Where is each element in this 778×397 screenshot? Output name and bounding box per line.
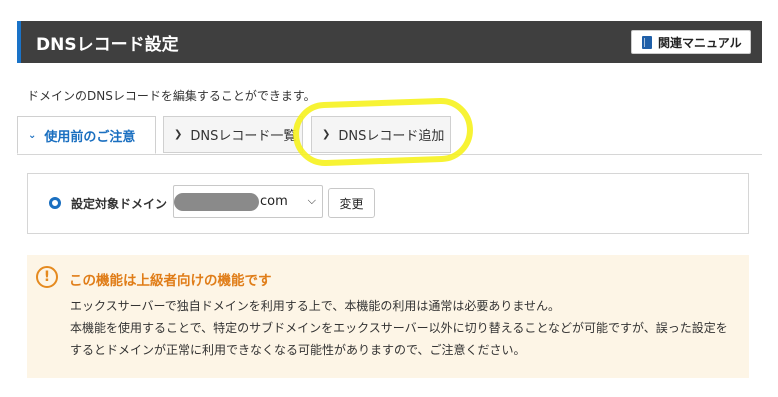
notice-title: この機能は上級者向けの機能です <box>69 273 272 289</box>
tab-precautions[interactable]: ⌄ 使用前のご注意 <box>17 116 156 154</box>
tab-label: 使用前のご注意 <box>44 129 136 145</box>
notice-line: 本機能を使用することで、特定のサブドメインをエックスサーバー以外に切り替えること… <box>70 321 728 357</box>
change-button[interactable]: 変更 <box>328 188 375 218</box>
domain-select[interactable]: com ⌵ <box>173 185 323 218</box>
chevron-down-icon: ⌄ <box>28 129 37 141</box>
page-header: DNSレコード設定 関連マニュアル <box>17 21 762 63</box>
redacted-domain-mask <box>174 193 259 211</box>
notice-line: エックスサーバーで独自ドメインを利用する上で、本機能の利用は通常は必要ありません… <box>70 299 560 313</box>
chevron-right-icon: ❯ <box>174 129 183 140</box>
target-domain-panel: 設定対象ドメイン com ⌵ 変更 <box>27 173 749 234</box>
book-icon <box>642 35 652 49</box>
related-manual-label: 関連マニュアル <box>658 35 742 50</box>
radio-bullet-icon <box>49 197 61 209</box>
page-title: DNSレコード設定 <box>36 35 179 55</box>
warning-notice: ! この機能は上級者向けの機能です エックスサーバーで独自ドメインを利用する上で… <box>27 255 749 378</box>
domain-select-value: com <box>260 194 288 209</box>
tab-dns-record-list[interactable]: ❯ DNSレコード一覧 <box>163 116 303 153</box>
chevron-down-icon: ⌵ <box>307 194 316 207</box>
highlight-annotation <box>291 96 475 168</box>
exclamation-icon: ! <box>36 266 58 288</box>
related-manual-button[interactable]: 関連マニュアル <box>631 30 751 54</box>
notice-body: エックスサーバーで独自ドメインを利用する上で、本機能の利用は通常は必要ありません… <box>70 295 735 361</box>
tab-label: DNSレコード一覧 <box>190 129 297 144</box>
page-description: ドメインのDNSレコードを編集することができます。 <box>27 89 316 103</box>
target-domain-label: 設定対象ドメイン <box>71 197 168 211</box>
